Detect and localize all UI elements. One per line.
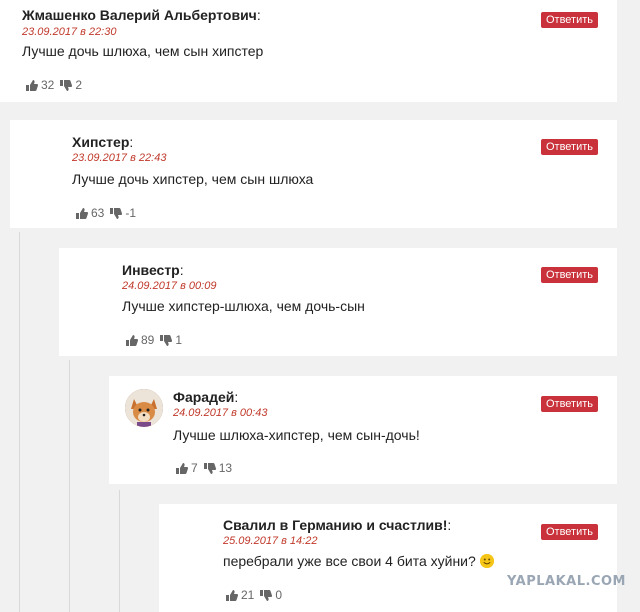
comment-text: Лучше шлюха-хипстер, чем сын-дочь! <box>173 427 420 443</box>
comment-date[interactable]: 24.09.2017 в 00:43 <box>173 407 267 419</box>
like-count: 7 <box>191 461 198 475</box>
comment-date[interactable]: 23.09.2017 в 22:43 <box>72 152 166 164</box>
comment-author[interactable]: Хипстер: <box>72 134 133 150</box>
thread-line <box>19 232 20 612</box>
fox-avatar[interactable] <box>125 389 163 427</box>
thread-line <box>119 490 120 612</box>
comment-date[interactable]: 24.09.2017 в 00:09 <box>122 280 216 292</box>
thumbs-up-icon[interactable] <box>126 334 138 346</box>
dislike-count: 13 <box>218 461 233 475</box>
like-count: 63 <box>91 206 105 220</box>
vote-bar: 7 13 <box>176 461 238 475</box>
comment-text: Лучше хипстер-шлюха, чем дочь-сын <box>122 298 365 314</box>
thumbs-down-icon[interactable] <box>60 79 73 91</box>
thumbs-up-icon[interactable] <box>226 589 238 601</box>
reply-button[interactable]: Ответить <box>541 524 598 540</box>
comment-author[interactable]: Свалил в Германию и счастлив!: <box>223 517 451 533</box>
comment-author[interactable]: Жмашенко Валерий Альбертович: <box>22 7 261 23</box>
dislike-count: 1 <box>175 333 183 347</box>
reply-button[interactable]: Ответить <box>541 12 598 28</box>
comment-text: Лучше дочь хипстер, чем сын шлюха <box>72 171 314 187</box>
vote-bar: 32 2 <box>26 78 88 92</box>
thread-line <box>69 360 70 612</box>
comment-card: Хипстер: 23.09.2017 в 22:43 Лучше дочь х… <box>10 120 617 228</box>
like-count: 21 <box>241 588 255 602</box>
like-count: 32 <box>41 78 55 92</box>
vote-bar: 63 -1 <box>76 206 142 220</box>
dislike-count: 2 <box>75 78 83 92</box>
thumbs-up-icon[interactable] <box>176 462 188 474</box>
comment-card: Свалил в Германию и счастлив!: 25.09.201… <box>159 504 617 612</box>
comment-card: Фарадей: 24.09.2017 в 00:43 Лучше шлюха-… <box>109 376 617 484</box>
thumbs-down-icon[interactable] <box>260 589 273 601</box>
dislike-count: 0 <box>275 588 283 602</box>
comment-card: Инвестр: 24.09.2017 в 00:09 Лучше хипсте… <box>59 248 617 356</box>
vote-bar: 89 1 <box>126 333 188 347</box>
reply-button[interactable]: Ответить <box>541 267 598 283</box>
dislike-count: -1 <box>125 206 137 220</box>
reply-button[interactable]: Ответить <box>541 139 598 155</box>
thumbs-down-icon[interactable] <box>203 462 216 474</box>
thumbs-down-icon[interactable] <box>160 334 173 346</box>
smiley-icon <box>479 554 494 568</box>
comment-date[interactable]: 25.09.2017 в 14:22 <box>223 535 317 547</box>
thumbs-up-icon[interactable] <box>26 79 38 91</box>
reply-button[interactable]: Ответить <box>541 396 598 412</box>
thumbs-up-icon[interactable] <box>76 207 88 219</box>
comment-text: Лучше дочь шлюха, чем сын хипстер <box>22 43 264 59</box>
vote-bar: 21 0 <box>226 588 288 602</box>
comment-text: перебрали уже все свои 4 бита хуйни? <box>223 553 494 569</box>
watermark: YAPLAKAL.COM <box>507 574 626 589</box>
comment-author[interactable]: Фарадей: <box>173 389 238 405</box>
comment-card: Жмашенко Валерий Альбертович: 23.09.2017… <box>0 0 617 102</box>
comment-date[interactable]: 23.09.2017 в 22:30 <box>22 26 116 38</box>
like-count: 89 <box>141 333 155 347</box>
thumbs-down-icon[interactable] <box>110 207 123 219</box>
comment-author[interactable]: Инвестр: <box>122 262 184 278</box>
